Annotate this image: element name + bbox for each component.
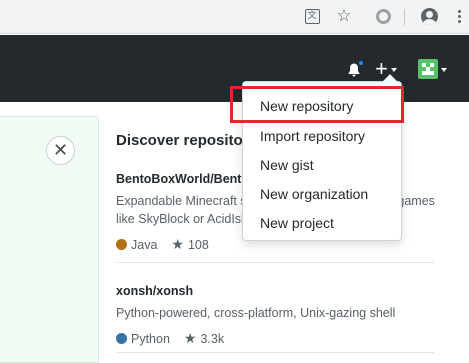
divider [116, 262, 434, 263]
caret-down-icon [441, 68, 447, 72]
repo-stars[interactable]: 108 [188, 238, 209, 252]
annotation-highlight-box [230, 86, 404, 123]
menu-item-import-repository[interactable]: Import repository [260, 128, 365, 144]
profile-icon[interactable] [419, 6, 439, 26]
caret-down-icon [390, 68, 397, 72]
extension-icon[interactable] [373, 6, 393, 26]
avatar [418, 59, 438, 79]
repo-name[interactable]: xonsh/xonsh [116, 284, 434, 298]
repo-card: xonsh/xonsh Python-powered, cross-platfo… [116, 284, 434, 347]
repo-stars[interactable]: 3.3k [200, 332, 224, 346]
menu-item-new-project[interactable]: New project [260, 215, 334, 231]
translate-icon[interactable]: 文 [302, 6, 322, 26]
language-color-dot [116, 239, 127, 250]
repo-meta: Python ★ 3.3k [116, 330, 434, 347]
toolbar-separator [404, 9, 405, 25]
close-icon[interactable]: ✕ [46, 136, 75, 165]
star-icon: ★ [183, 330, 197, 346]
repo-description: Python-powered, cross-platform, Unix-gaz… [116, 306, 396, 320]
user-menu-button[interactable] [418, 59, 447, 79]
screen: 文 ☆ + ✕ Discover repositories BentoBoxWo… [0, 0, 469, 363]
language-color-dot [116, 333, 127, 344]
menu-item-new-gist[interactable]: New gist [260, 157, 314, 173]
notification-indicator [358, 60, 364, 66]
repo-language: Python [131, 331, 170, 346]
divider [116, 352, 434, 353]
browser-toolbar: 文 ☆ [0, 0, 469, 34]
bookmark-star-icon[interactable]: ☆ [334, 6, 354, 26]
notifications-bell-icon[interactable] [346, 60, 364, 78]
kebab-menu-icon[interactable] [449, 6, 469, 26]
menu-item-new-organization[interactable]: New organization [260, 186, 368, 202]
repo-language: Java [131, 237, 158, 252]
star-icon: ★ [171, 236, 184, 252]
